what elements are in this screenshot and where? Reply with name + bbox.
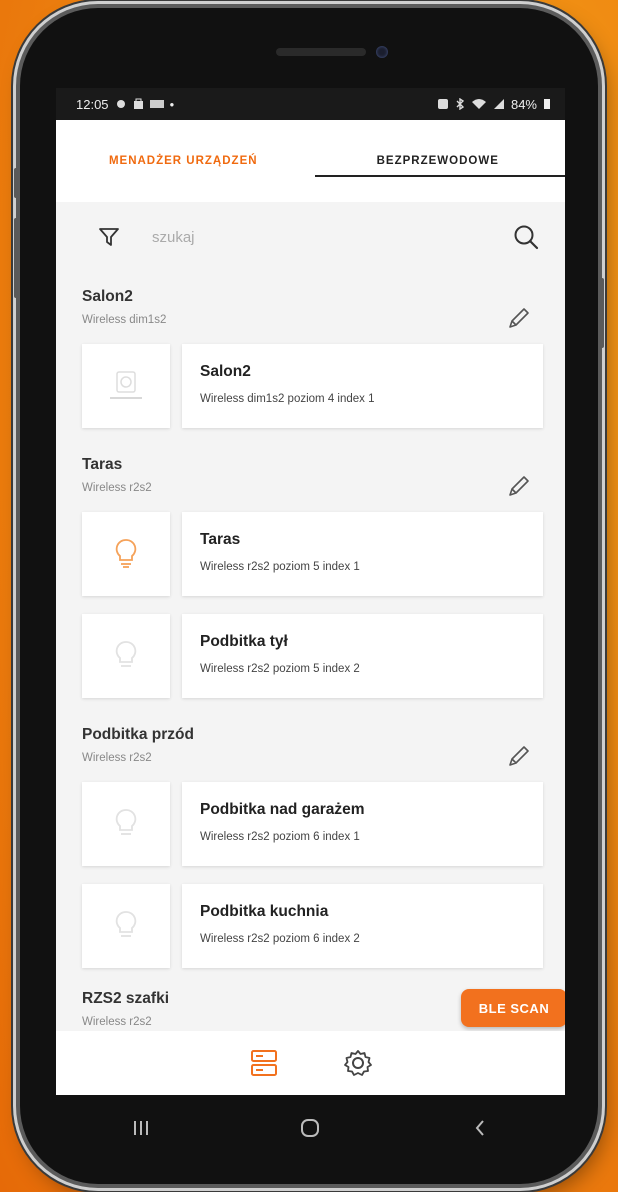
device-description: Wireless r2s2 poziom 6 index 2 [200,933,360,945]
tab-wireless-label: BEZPRZEWODOWE [376,155,499,167]
tab-bar: MENADŻER URZĄDZEŃ BEZPRZEWODOWE [56,120,565,202]
message-icon [149,100,164,108]
pencil-icon [509,476,529,496]
pencil-icon [509,308,529,328]
device-description: Wireless r2s2 poziom 6 index 1 [200,831,360,843]
group-header: Podbitka przód Wireless r2s2 [82,710,543,768]
app-container: MENADŻER URZĄDZEŃ BEZPRZEWODOWE szukaj S… [56,120,565,1095]
status-bar-left: 12:05 ● [76,97,174,112]
bixby-side-button [14,168,18,198]
status-bar-right: 84% [437,97,551,112]
device-item: Salon2 Wireless dim1s2 poziom 4 index 1 [82,344,543,428]
edit-group-button[interactable] [503,740,535,772]
front-camera [376,46,388,58]
bag-icon [133,98,143,109]
back-button[interactable] [455,1108,505,1148]
group-subtitle: Wireless r2s2 [82,752,152,764]
wifi-icon [471,99,486,109]
recent-apps-button[interactable] [116,1108,166,1148]
filter-button[interactable] [94,222,124,252]
edit-group-button[interactable] [503,470,535,502]
bulb-off-icon [115,809,137,835]
signal-icon [493,99,504,109]
tab-wireless[interactable]: BEZPRZEWODOWE [311,120,565,202]
phone-screen: 12:05 ● 84% MENADŻER URZĄDZEŃ BEZPRZEWOD… [56,88,565,1095]
device-list: Salon2 Wireless dim1s2 Salon2 Wireless d… [56,272,565,1032]
more-notifications-dot: ● [169,99,175,109]
device-icon-box [82,344,170,428]
battery-percent: 84% [510,96,537,112]
device-name: Podbitka kuchnia [200,903,329,920]
devices-list-icon [250,1050,277,1076]
group-salon2: Salon2 Wireless dim1s2 Salon2 Wireless d… [56,272,565,428]
device-icon-box [82,512,170,596]
device-card[interactable]: Salon2 Wireless dim1s2 poziom 4 index 1 [182,344,543,428]
device-card[interactable]: Taras Wireless r2s2 poziom 5 index 1 [182,512,543,596]
device-item: Podbitka tył Wireless r2s2 poziom 5 inde… [82,614,543,698]
bluetooth-icon [456,98,465,110]
group-subtitle: Wireless dim1s2 [82,314,167,326]
group-subtitle: Wireless r2s2 [82,482,152,494]
device-name: Podbitka tył [200,633,288,650]
search-button[interactable] [509,220,543,254]
pencil-icon [509,746,529,766]
device-description: Wireless r2s2 poziom 5 index 2 [200,663,360,675]
bulb-off-icon [115,641,137,667]
dimmer-icon [110,371,142,399]
device-icon-box [82,614,170,698]
search-icon [514,225,539,250]
filter-icon [99,228,119,246]
device-item: Podbitka kuchnia Wireless r2s2 poziom 6 … [82,884,543,968]
device-description: Wireless r2s2 poziom 5 index 1 [200,561,360,573]
bulb-on-icon [115,539,137,568]
group-name: RZS2 szafki [82,990,170,1007]
home-icon [301,1119,320,1137]
device-icon-box [82,782,170,866]
group-header: Salon2 Wireless dim1s2 [82,272,543,330]
group-name: Taras [82,456,123,473]
status-time: 12:05 [76,96,109,112]
bottom-navigation [56,1031,565,1095]
nfc-icon [437,99,448,109]
tab-device-manager-label: MENADŻER URZĄDZEŃ [108,155,258,167]
device-item: Podbitka nad garażem Wireless r2s2 pozio… [82,782,543,866]
device-description: Wireless dim1s2 poziom 4 index 1 [200,393,375,405]
settings-gear-icon [343,1050,372,1076]
device-name: Taras [200,531,241,548]
power-side-button [600,278,604,348]
device-icon-box [82,884,170,968]
device-item: Taras Wireless r2s2 poziom 5 index 1 [82,512,543,596]
tab-device-manager[interactable]: MENADŻER URZĄDZEŃ [56,120,311,202]
group-subtitle: Wireless r2s2 [82,1016,152,1028]
notification-icon [116,100,125,108]
ble-scan-button[interactable]: BLE SCAN [461,989,565,1027]
device-card[interactable]: Podbitka kuchnia Wireless r2s2 poziom 6 … [182,884,543,968]
edit-group-button[interactable] [503,302,535,334]
volume-side-button [14,218,18,298]
device-name: Podbitka nad garażem [200,801,365,818]
system-navigation-bar [56,1095,565,1161]
device-card[interactable]: Podbitka nad garażem Wireless r2s2 pozio… [182,782,543,866]
search-input[interactable] [150,227,509,247]
nav-settings[interactable] [338,1043,378,1083]
device-card[interactable]: Podbitka tył Wireless r2s2 poziom 5 inde… [182,614,543,698]
home-button[interactable] [285,1108,335,1148]
status-bar: 12:05 ● 84% [56,88,565,120]
recent-apps-icon [133,1121,148,1135]
bulb-off-icon [115,911,137,937]
earpiece-speaker [276,48,366,56]
group-header: Taras Wireless r2s2 [82,440,543,498]
group-podbitka-przod: Podbitka przód Wireless r2s2 Podbitka na… [56,710,565,968]
group-taras: Taras Wireless r2s2 Taras Wireless r2s2 … [56,440,565,698]
back-icon [475,1120,484,1136]
search-bar [56,202,565,272]
group-name: Podbitka przód [82,726,194,743]
battery-icon [544,99,550,109]
nav-devices[interactable] [244,1043,284,1083]
group-name: Salon2 [82,288,133,305]
device-name: Salon2 [200,363,251,380]
